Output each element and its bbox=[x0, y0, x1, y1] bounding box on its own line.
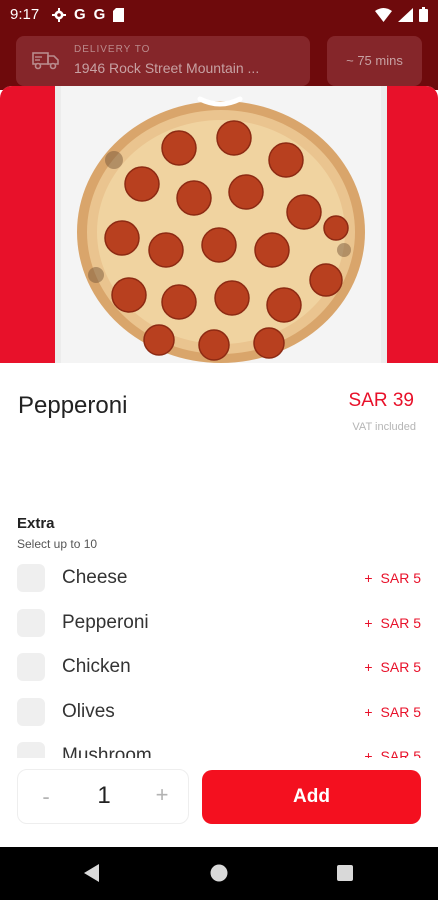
google-icon: G bbox=[74, 6, 86, 23]
option-price: + SAR 5 bbox=[364, 659, 421, 675]
option-checkbox[interactable] bbox=[17, 564, 45, 592]
product-name: Pepperoni bbox=[18, 392, 128, 419]
delivery-eta: ~ 75 mins bbox=[346, 53, 403, 68]
extra-option-chicken[interactable]: Chicken + SAR 5 bbox=[0, 645, 438, 689]
plus-sign: + bbox=[364, 615, 373, 631]
option-label: Olives bbox=[62, 701, 115, 722]
sd-card-icon bbox=[113, 8, 125, 22]
product-image bbox=[0, 86, 438, 363]
plus-sign: + bbox=[364, 570, 373, 586]
delivery-address: 1946 Rock Street Mountain ... bbox=[74, 60, 260, 76]
decrease-quantity-button[interactable]: - bbox=[32, 784, 60, 810]
option-price-value: SAR 5 bbox=[380, 659, 421, 675]
plus-sign: + bbox=[364, 659, 373, 675]
extras-list: Cheese + SAR 5 Pepperoni + SAR 5 Chicken +… bbox=[0, 555, 438, 758]
system-navigation-bar bbox=[0, 847, 438, 900]
option-price-value: SAR 5 bbox=[380, 748, 421, 758]
quantity-stepper: - 1 + bbox=[17, 769, 189, 824]
increase-quantity-button[interactable]: + bbox=[148, 782, 176, 808]
option-checkbox[interactable] bbox=[17, 698, 45, 726]
delivery-caption: DELIVERY TO bbox=[74, 44, 151, 55]
pepperoni-pizza-image bbox=[77, 101, 365, 363]
extra-option-pepperoni[interactable]: Pepperoni + SAR 5 bbox=[0, 601, 438, 645]
extra-option-olives[interactable]: Olives + SAR 5 bbox=[0, 690, 438, 734]
option-price-value: SAR 5 bbox=[380, 704, 421, 720]
option-price: + SAR 5 bbox=[364, 570, 421, 586]
extras-subtitle: Select up to 10 bbox=[17, 537, 98, 551]
option-checkbox[interactable] bbox=[17, 742, 45, 758]
extra-option-cheese[interactable]: Cheese + SAR 5 bbox=[0, 556, 438, 600]
option-price-value: SAR 5 bbox=[380, 615, 421, 631]
plus-sign: + bbox=[364, 748, 373, 758]
google-icon: G bbox=[93, 6, 106, 23]
option-price: + SAR 5 bbox=[364, 704, 421, 720]
home-icon[interactable] bbox=[210, 864, 228, 882]
battery-icon bbox=[419, 7, 428, 22]
status-time: 9:17 bbox=[10, 6, 40, 23]
sheet-drag-handle[interactable] bbox=[197, 95, 243, 111]
add-to-cart-button[interactable]: Add bbox=[202, 770, 421, 824]
signal-icon bbox=[398, 7, 413, 22]
recent-apps-icon[interactable] bbox=[337, 865, 353, 881]
status-bar: 9:17 G G bbox=[0, 0, 438, 30]
wifi-icon bbox=[375, 7, 392, 22]
option-label: Chicken bbox=[62, 656, 131, 677]
plus-sign: + bbox=[364, 704, 373, 720]
option-label: Mushroom bbox=[62, 745, 152, 758]
extra-option-mushroom[interactable]: Mushroom + SAR 5 bbox=[0, 734, 438, 758]
truck-icon bbox=[32, 52, 59, 70]
product-price: SAR 39 bbox=[348, 390, 414, 411]
status-system-icons bbox=[375, 7, 428, 22]
option-price: + SAR 5 bbox=[364, 748, 421, 758]
status-notification-icons: G G bbox=[52, 6, 125, 24]
order-bar: - 1 + Add bbox=[0, 758, 438, 847]
option-label: Cheese bbox=[62, 567, 128, 588]
option-price: + SAR 5 bbox=[364, 615, 421, 631]
delivery-eta-badge: ~ 75 mins bbox=[327, 36, 422, 86]
option-label: Pepperoni bbox=[62, 612, 149, 633]
delivery-address-selector[interactable]: DELIVERY TO 1946 Rock Street Mountain ..… bbox=[16, 36, 310, 86]
back-icon[interactable] bbox=[84, 864, 100, 882]
vat-note: VAT included bbox=[352, 421, 416, 433]
option-checkbox[interactable] bbox=[17, 609, 45, 637]
option-checkbox[interactable] bbox=[17, 653, 45, 681]
gear-icon bbox=[52, 8, 66, 22]
quantity-value: 1 bbox=[97, 782, 111, 809]
extras-title: Extra bbox=[17, 515, 55, 532]
option-price-value: SAR 5 bbox=[380, 570, 421, 586]
